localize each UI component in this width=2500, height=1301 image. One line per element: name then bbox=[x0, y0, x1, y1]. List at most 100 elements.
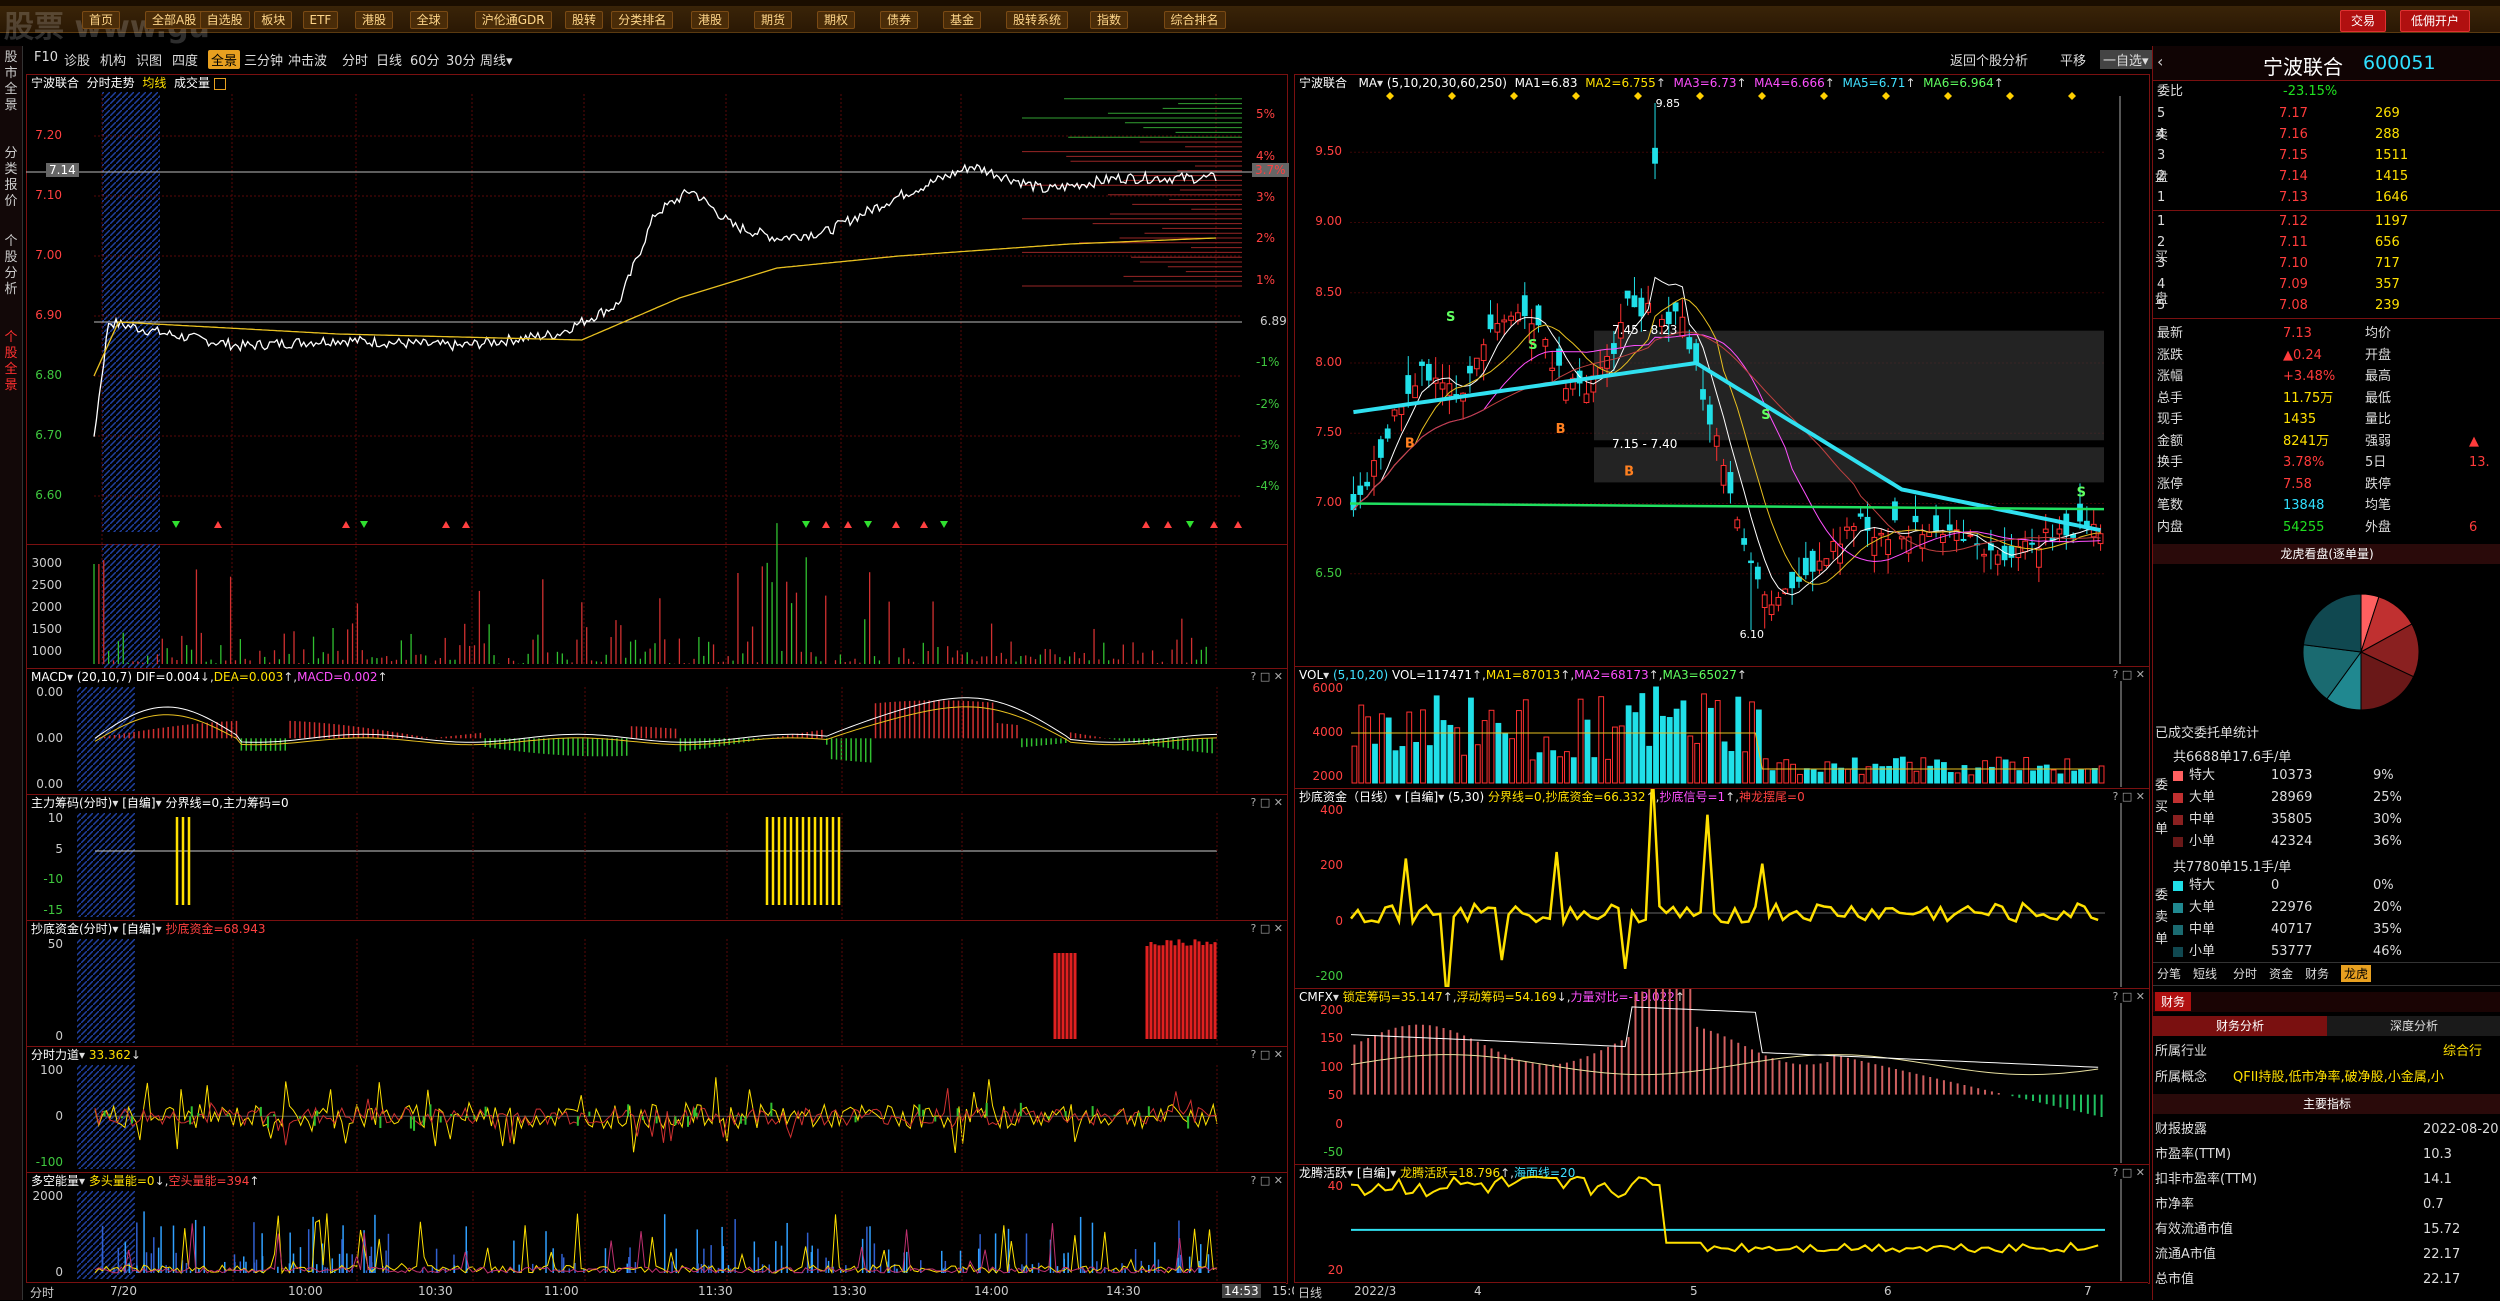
toolbar-right-2[interactable]: 一自选▾ bbox=[2100, 50, 2152, 69]
stat-row-8: 笔数 13848 均笔 bbox=[2153, 496, 2500, 516]
menu-item-10[interactable]: 港股 bbox=[691, 11, 730, 29]
ask-row-2[interactable]: 2 7.14 1415 bbox=[2153, 167, 2500, 187]
vtab-market-panorama[interactable]: 股市全景 bbox=[2, 50, 20, 114]
menu-item-3[interactable]: 板块 bbox=[254, 11, 293, 29]
bid-volume: 656 bbox=[2375, 235, 2400, 250]
toolbar-item-2[interactable]: 机构 bbox=[100, 50, 126, 69]
menu-item-14[interactable]: 基金 bbox=[943, 11, 982, 29]
intraday-pct-tick-2: 3% bbox=[1256, 189, 1276, 204]
kline-date-tick-3: 6 bbox=[1884, 1284, 1892, 1298]
menu-item-4[interactable]: ETF bbox=[302, 11, 339, 29]
menu-item-2[interactable]: 自选股 bbox=[199, 11, 250, 29]
left-subchart-3 bbox=[77, 1065, 1218, 1171]
ask-row-3[interactable]: 3 7.15 1511 bbox=[2153, 146, 2500, 166]
menu-item-17[interactable]: 综合排名 bbox=[1163, 11, 1226, 29]
menu-item-9[interactable]: 分类排名 bbox=[611, 11, 674, 29]
toolbar-right-1[interactable]: 平移 bbox=[2060, 50, 2086, 69]
bid-price: 7.11 bbox=[2279, 235, 2308, 250]
toolbar-item-7[interactable]: 冲击波 bbox=[288, 50, 327, 69]
toolbar-item-4[interactable]: 四度 bbox=[172, 50, 198, 69]
bid-row-5[interactable]: 5 7.08 239 bbox=[2153, 296, 2500, 316]
back-icon[interactable]: ‹ bbox=[2157, 52, 2163, 71]
vtab-stock-analysis[interactable]: 个股分析 bbox=[2, 234, 20, 298]
bid-row-1[interactable]: 1 7.12 1197 bbox=[2153, 212, 2500, 232]
kline-mode-label[interactable]: 日线 bbox=[1298, 1284, 1322, 1301]
quote-tab-0[interactable]: 分笔 bbox=[2157, 965, 2181, 982]
menu-item-7[interactable]: 沪伦通GDR bbox=[474, 11, 552, 29]
toolbar-item-1[interactable]: 诊股 bbox=[64, 50, 90, 69]
stat-label-2: 最高 bbox=[2365, 369, 2392, 384]
ask-row-4[interactable]: 4 7.16 288 bbox=[2153, 125, 2500, 145]
toolbar-item-0[interactable]: F10 bbox=[34, 50, 58, 65]
bid-volume: 239 bbox=[2375, 298, 2400, 313]
stat-row-6: 换手 3.78% 5日 13. bbox=[2153, 453, 2500, 473]
vtab-stock-panorama[interactable]: 个股全景 bbox=[2, 330, 20, 394]
toolbar-item-6[interactable]: 三分钟 bbox=[244, 50, 283, 69]
ask-row-1[interactable]: 1 7.13 1646 bbox=[2153, 188, 2500, 208]
vtab-category-quote[interactable]: 分类报价 bbox=[2, 146, 20, 210]
quote-tab-3[interactable]: 资金 bbox=[2269, 965, 2293, 982]
finance-tab[interactable]: 财务 bbox=[2155, 992, 2192, 1011]
trade-button[interactable]: 交易 bbox=[2340, 10, 2387, 32]
right-subpanel-0: VOL▾ (5,10,20) VOL=117471↑,MA1=87013↑,MA… bbox=[1294, 666, 2150, 790]
intraday-mode-label[interactable]: 分时 bbox=[30, 1284, 54, 1301]
high-label: 9.85 bbox=[1655, 97, 1681, 111]
time-tick-5: 13:30 bbox=[832, 1284, 867, 1298]
fin-row-1: 市盈率(TTM) 10.3 bbox=[2153, 1145, 2500, 1165]
sell-side-0: 委 bbox=[2155, 888, 2169, 903]
finance-analysis-tab[interactable]: 财务分析 bbox=[2153, 1016, 2327, 1036]
side-label-0: 卖 bbox=[2155, 128, 2169, 143]
menu-item-15[interactable]: 股转系统 bbox=[1006, 11, 1069, 29]
bid-row-2[interactable]: 2 7.11 656 bbox=[2153, 233, 2500, 253]
bid-row-4[interactable]: 4 7.09 357 bbox=[2153, 275, 2500, 295]
menu-item-16[interactable]: 指数 bbox=[1090, 11, 1129, 29]
quote-tab-1[interactable]: 短线 bbox=[2193, 965, 2217, 982]
menu-item-12[interactable]: 期权 bbox=[817, 11, 856, 29]
ask-label: 3 bbox=[2157, 148, 2166, 163]
stat-row-7: 涨停 7.58 跌停 bbox=[2153, 475, 2500, 495]
stat-label: 总手 bbox=[2157, 390, 2184, 406]
menu-item-8[interactable]: 股转 bbox=[565, 11, 604, 29]
open-account-button[interactable]: 低佣开户 bbox=[2400, 10, 2471, 32]
toolbar-item-11[interactable]: 30分 bbox=[446, 50, 476, 69]
ask-row-5[interactable]: 5 7.17 269 bbox=[2153, 104, 2500, 124]
bid-price: 7.09 bbox=[2279, 277, 2308, 292]
deep-analysis-tab[interactable]: 深度分析 bbox=[2327, 1016, 2500, 1036]
intraday-price-tick-2: 7.00 bbox=[35, 248, 62, 262]
menu-item-11[interactable]: 期货 bbox=[754, 11, 793, 29]
menu-item-0[interactable]: 首页 bbox=[82, 11, 121, 29]
bid-price: 7.12 bbox=[2279, 214, 2308, 229]
quote-tab-5[interactable]: 龙虎 bbox=[2341, 965, 2372, 982]
menu-item-13[interactable]: 债券 bbox=[880, 11, 919, 29]
current-price-badge: 7.14 bbox=[46, 163, 79, 177]
intraday-pct-tick-5: -1% bbox=[1256, 355, 1280, 370]
toolbar-item-5[interactable]: 全景 bbox=[208, 50, 241, 69]
menu-item-5[interactable]: 港股 bbox=[355, 11, 394, 29]
intraday-price-tick-6: 6.60 bbox=[35, 488, 62, 502]
kline-chart: B B B S S S S bbox=[1349, 92, 2121, 664]
signal-s-marker: S bbox=[1446, 310, 1455, 325]
intraday-pct-tick-4: 1% bbox=[1256, 272, 1276, 287]
menu-item-1[interactable]: 全部A股 bbox=[145, 11, 204, 29]
buy-volume: 42324 bbox=[2271, 834, 2313, 849]
buy-pct: 36% bbox=[2373, 834, 2402, 849]
quote-tab-4[interactable]: 财务 bbox=[2305, 965, 2329, 982]
signal-s-marker: S bbox=[1761, 408, 1770, 423]
toolbar-item-9[interactable]: 日线 bbox=[376, 50, 402, 69]
ask-label: 5 bbox=[2157, 106, 2166, 121]
kline-price-tick-6: 6.50 bbox=[1315, 565, 1342, 580]
toolbar-item-3[interactable]: 识图 bbox=[136, 50, 162, 69]
toolbar-item-12[interactable]: 周线▾ bbox=[480, 50, 513, 69]
sell-type: 中单 bbox=[2189, 922, 2216, 937]
stat-row-3: 总手 11.75万 最低 bbox=[2153, 389, 2500, 409]
buy-row-0: 特大 10373 9% bbox=[2153, 766, 2500, 786]
stat-label-2: 开盘 bbox=[2365, 347, 2392, 363]
quote-tab-2[interactable]: 分时 bbox=[2233, 965, 2257, 982]
toolbar-right-0[interactable]: 返回个股分析 bbox=[1950, 50, 2028, 69]
bid-row-3[interactable]: 3 7.10 717 bbox=[2153, 254, 2500, 274]
stock-name: 宁波联合 bbox=[2263, 55, 2343, 79]
toolbar-item-8[interactable]: 分时 bbox=[342, 50, 368, 69]
toolbar-item-10[interactable]: 60分 bbox=[410, 50, 440, 69]
menu-item-6[interactable]: 全球 bbox=[409, 11, 448, 29]
intraday-pct-tick-0: 5% bbox=[1256, 107, 1276, 122]
